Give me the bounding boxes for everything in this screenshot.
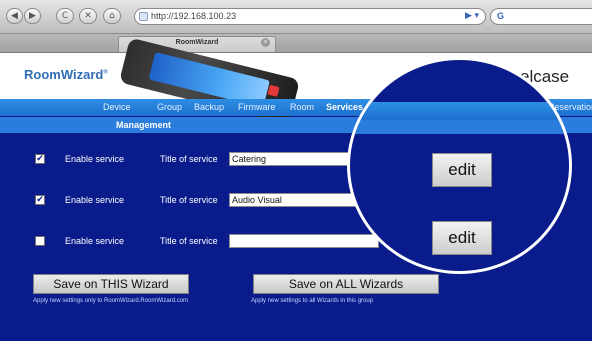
- browser-toolbar: ◀ ▶ C ✕ ⌂ http://192.168.100.23 ▶ ▾ G: [0, 0, 592, 34]
- service-title-field-3[interactable]: [229, 234, 379, 248]
- logo-mark: ®: [103, 69, 108, 76]
- logo-text: RoomWizard: [24, 67, 104, 82]
- stop-icon[interactable]: ✕: [79, 8, 97, 24]
- page-footer: [0, 332, 592, 341]
- nav-group[interactable]: Group: [157, 102, 182, 112]
- address-bar[interactable]: http://192.168.100.23 ▶ ▾: [134, 8, 486, 25]
- enable-service-label-2: Enable service: [65, 195, 125, 205]
- enable-service-checkbox-2[interactable]: ✔: [35, 195, 45, 205]
- url-text: http://192.168.100.23: [151, 11, 237, 21]
- save-this-wizard-button[interactable]: Save on THIS Wizard: [33, 274, 189, 294]
- favicon-icon: [139, 12, 148, 21]
- magnified-sub-bar: [350, 120, 569, 134]
- enable-service-checkbox-1[interactable]: ✔: [35, 154, 45, 164]
- google-search-icon: G: [497, 11, 505, 21]
- nav-room[interactable]: Room: [290, 102, 314, 112]
- device-led: [267, 84, 280, 97]
- enable-service-checkbox-3[interactable]: [35, 236, 45, 246]
- save-all-hint: Apply new settings to all Wizards in thi…: [251, 298, 374, 304]
- tab-close-icon-right[interactable]: ×: [261, 38, 270, 47]
- save-all-wizards-button[interactable]: Save on ALL Wizards: [253, 274, 439, 294]
- title-of-service-label-1: Title of service: [160, 154, 218, 164]
- back-icon[interactable]: ◀: [6, 8, 23, 24]
- search-field[interactable]: G: [490, 8, 592, 25]
- go-icon[interactable]: ▶ ▾: [465, 10, 479, 21]
- edit-button-1[interactable]: edit: [432, 153, 492, 187]
- reload-icon[interactable]: C: [56, 8, 74, 24]
- forward-icon[interactable]: ▶: [24, 8, 41, 24]
- tab-bar: × RoomWizard ×: [0, 34, 592, 53]
- nav-firmware[interactable]: Firmware: [238, 102, 276, 112]
- title-of-service-label-2: Title of service: [160, 195, 218, 205]
- roomwizard-logo: RoomWizard®: [24, 67, 108, 82]
- enable-service-label-1: Enable service: [65, 154, 125, 164]
- management-label[interactable]: Management: [116, 120, 171, 130]
- magnified-nav-bar: [350, 102, 569, 120]
- save-this-hint: Apply new settings only to RoomWizard.Ro…: [33, 298, 189, 304]
- nav-backup[interactable]: Backup: [194, 102, 224, 112]
- enable-service-label-3: Enable service: [65, 236, 125, 246]
- magnifier-callout: edit edit: [347, 57, 572, 274]
- edit-button-2[interactable]: edit: [432, 221, 492, 255]
- home-icon[interactable]: ⌂: [103, 8, 121, 24]
- nav-device[interactable]: Device: [103, 102, 131, 112]
- title-of-service-label-3: Title of service: [160, 236, 218, 246]
